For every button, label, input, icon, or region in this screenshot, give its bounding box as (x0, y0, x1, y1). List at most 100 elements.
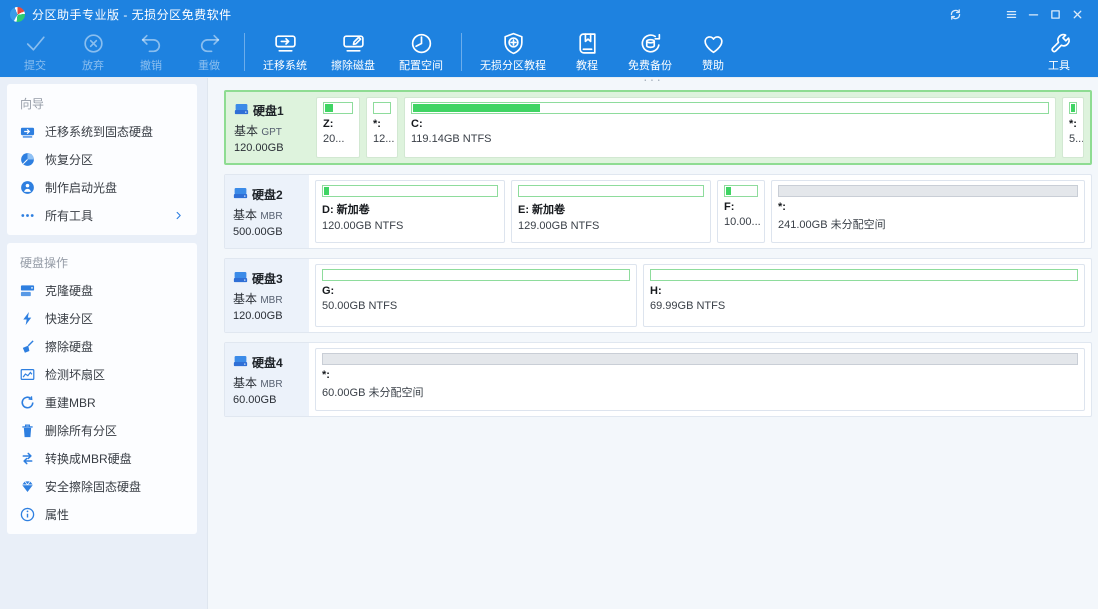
toolbar-button-label: 免费备份 (628, 57, 672, 73)
toolbar-button-undo[interactable]: 撤销 (122, 30, 180, 74)
sidebar-item-info[interactable]: 属性 (7, 500, 197, 528)
toolbar-button-erase-disk[interactable]: 擦除磁盘 (319, 30, 387, 74)
partition-size: 60.00GB 未分配空间 (322, 384, 1078, 400)
disk-scheme: MBR (260, 295, 282, 306)
sidebar-item-label: 迁移系统到固态硬盘 (45, 123, 153, 140)
sidebar-item-dots-more[interactable]: 所有工具 (7, 201, 197, 229)
migrate-system-icon (273, 31, 298, 56)
partition-block[interactable]: C: 119.14GB NTFS (404, 97, 1056, 158)
disk-type: 基本 MBR (233, 374, 309, 391)
restore-pie-icon (20, 152, 35, 167)
partition-block[interactable]: Z: 20... (316, 97, 360, 158)
toolbar-button-redo[interactable]: 重做 (180, 30, 238, 74)
toolbar-button-heart[interactable]: 赞助 (684, 30, 742, 74)
partition-block[interactable]: G: 50.00GB NTFS (315, 264, 637, 327)
toolbar-button-discard[interactable]: 放弃 (64, 30, 122, 74)
toolbar-button-tools[interactable]: 工具 (1030, 30, 1088, 74)
toolbar-button-migrate-system[interactable]: 迁移系统 (251, 30, 319, 74)
sidebar-section: 硬盘操作 克隆硬盘 快速分区 擦除硬盘 检测坏扇区 (7, 243, 197, 534)
sidebar-item-bad-sector[interactable]: 检测坏扇区 (7, 360, 197, 388)
sidebar-item-migrate-ssd[interactable]: 迁移系统到固态硬盘 (7, 117, 197, 145)
hdd-icon (233, 354, 248, 371)
sidebar-item-clone-disk[interactable]: 克隆硬盘 (7, 276, 197, 304)
partition-label: C: (411, 118, 1049, 130)
toolbar-button-check[interactable]: 提交 (6, 30, 64, 74)
undo-icon (139, 31, 164, 56)
close-button[interactable] (1066, 4, 1088, 24)
toolbar-button-shield-plus[interactable]: 无损分区教程 (468, 30, 558, 74)
minimize-button[interactable] (1022, 4, 1044, 24)
erase-disk-icon (341, 31, 366, 56)
usage-bar-fill (324, 187, 329, 195)
toolbar-button-book[interactable]: 教程 (558, 30, 616, 74)
toolbar-divider (461, 33, 462, 71)
sidebar-item-secure-erase[interactable]: 安全擦除固态硬盘 (7, 472, 197, 500)
partition-label: *: (373, 118, 391, 130)
partition-label: Z: (323, 118, 353, 130)
sidebar-item-rebuild-mbr[interactable]: 重建MBR (7, 388, 197, 416)
sidebar-item-convert-mbr[interactable]: 转换成MBR硬盘 (7, 444, 197, 472)
partition-label: E: 新加卷 (518, 201, 704, 217)
partition-label: G: (322, 285, 630, 297)
partition-block[interactable]: *: 60.00GB 未分配空间 (315, 348, 1085, 411)
disk-info-panel[interactable]: 硬盘2 基本 MBR 500.00GB (225, 175, 309, 248)
partition-block[interactable]: D: 新加卷 120.00GB NTFS (315, 180, 505, 243)
partition-strip: Z: 20... *: 12... C: 119.14GB NTFS *: 5.… (310, 92, 1090, 163)
splitter-handle[interactable]: ··· (643, 78, 663, 84)
usage-bar-fill (325, 104, 333, 112)
partition-block[interactable]: F: 10.00... (717, 180, 765, 243)
convert-mbr-icon (20, 451, 35, 466)
usage-bar (1069, 102, 1077, 114)
sidebar-section: 向导 迁移系统到固态硬盘 恢复分区 制作启动光盘 所有工具 (7, 84, 197, 235)
sidebar-item-restore-pie[interactable]: 恢复分区 (7, 145, 197, 173)
usage-bar-fill (726, 187, 731, 195)
sidebar-item-quick-partition[interactable]: 快速分区 (7, 304, 197, 332)
sidebar-item-delete-partitions[interactable]: 删除所有分区 (7, 416, 197, 444)
shield-plus-icon (501, 31, 526, 56)
disk-type: 基本 MBR (233, 290, 309, 307)
app-logo-icon (10, 7, 25, 22)
disk-info-panel[interactable]: 硬盘1 基本 GPT 120.00GB (226, 92, 310, 163)
sidebar: 向导 迁移系统到固态硬盘 恢复分区 制作启动光盘 所有工具 (0, 78, 208, 609)
hdd-icon (233, 270, 248, 287)
disk-type: 基本 MBR (233, 206, 309, 223)
usage-bar (322, 353, 1078, 365)
partition-block[interactable]: *: 12... (366, 97, 398, 158)
maximize-button[interactable] (1044, 4, 1066, 24)
toolbar-button-clock[interactable]: 配置空间 (387, 30, 455, 74)
rebuild-mbr-icon (20, 395, 35, 410)
disk-scheme: MBR (260, 211, 282, 222)
partition-block[interactable]: E: 新加卷 129.00GB NTFS (511, 180, 711, 243)
partition-block[interactable]: *: 241.00GB 未分配空间 (771, 180, 1085, 243)
sidebar-item-label: 属性 (45, 506, 69, 523)
toolbar-button-label: 赞助 (702, 57, 724, 73)
toolbar-button-label: 工具 (1048, 57, 1070, 73)
usage-bar (411, 102, 1049, 114)
secure-erase-icon (20, 479, 35, 494)
disk-row: 硬盘4 基本 MBR 60.00GB *: 60.00GB 未分配空间 (224, 342, 1092, 417)
partition-size: 50.00GB NTFS (322, 300, 630, 312)
partition-block[interactable]: H: 69.99GB NTFS (643, 264, 1085, 327)
partition-label: D: 新加卷 (322, 201, 498, 217)
book-icon (575, 31, 600, 56)
partition-label: F: (724, 201, 758, 213)
usage-bar-fill (1071, 104, 1075, 112)
partition-size: 12... (373, 133, 391, 145)
toolbar-button-label: 放弃 (82, 57, 104, 73)
partition-size: 10.00... (724, 216, 758, 228)
bad-sector-icon (20, 367, 35, 382)
title-bar: 分区助手专业版 - 无损分区免费软件 (0, 0, 1098, 28)
menu-button[interactable] (1000, 4, 1022, 24)
disk-info-panel[interactable]: 硬盘3 基本 MBR 120.00GB (225, 259, 309, 332)
sidebar-item-wipe-disk[interactable]: 擦除硬盘 (7, 332, 197, 360)
toolbar-button-backup[interactable]: 免费备份 (616, 30, 684, 74)
partition-block[interactable]: *: 5... (1062, 97, 1084, 158)
usage-bar (650, 269, 1078, 281)
refresh-button[interactable] (944, 4, 966, 24)
delete-partitions-icon (20, 423, 35, 438)
disk-info-panel[interactable]: 硬盘4 基本 MBR 60.00GB (225, 343, 309, 416)
toolbar: 提交 放弃 撤销 重做 迁移系统 擦除磁盘 配置空间 无损分区教程 教程 免费备… (0, 28, 1098, 77)
disk-name: 硬盘4 (233, 354, 309, 371)
partition-label: *: (322, 369, 1078, 381)
sidebar-item-boot-disc[interactable]: 制作启动光盘 (7, 173, 197, 201)
